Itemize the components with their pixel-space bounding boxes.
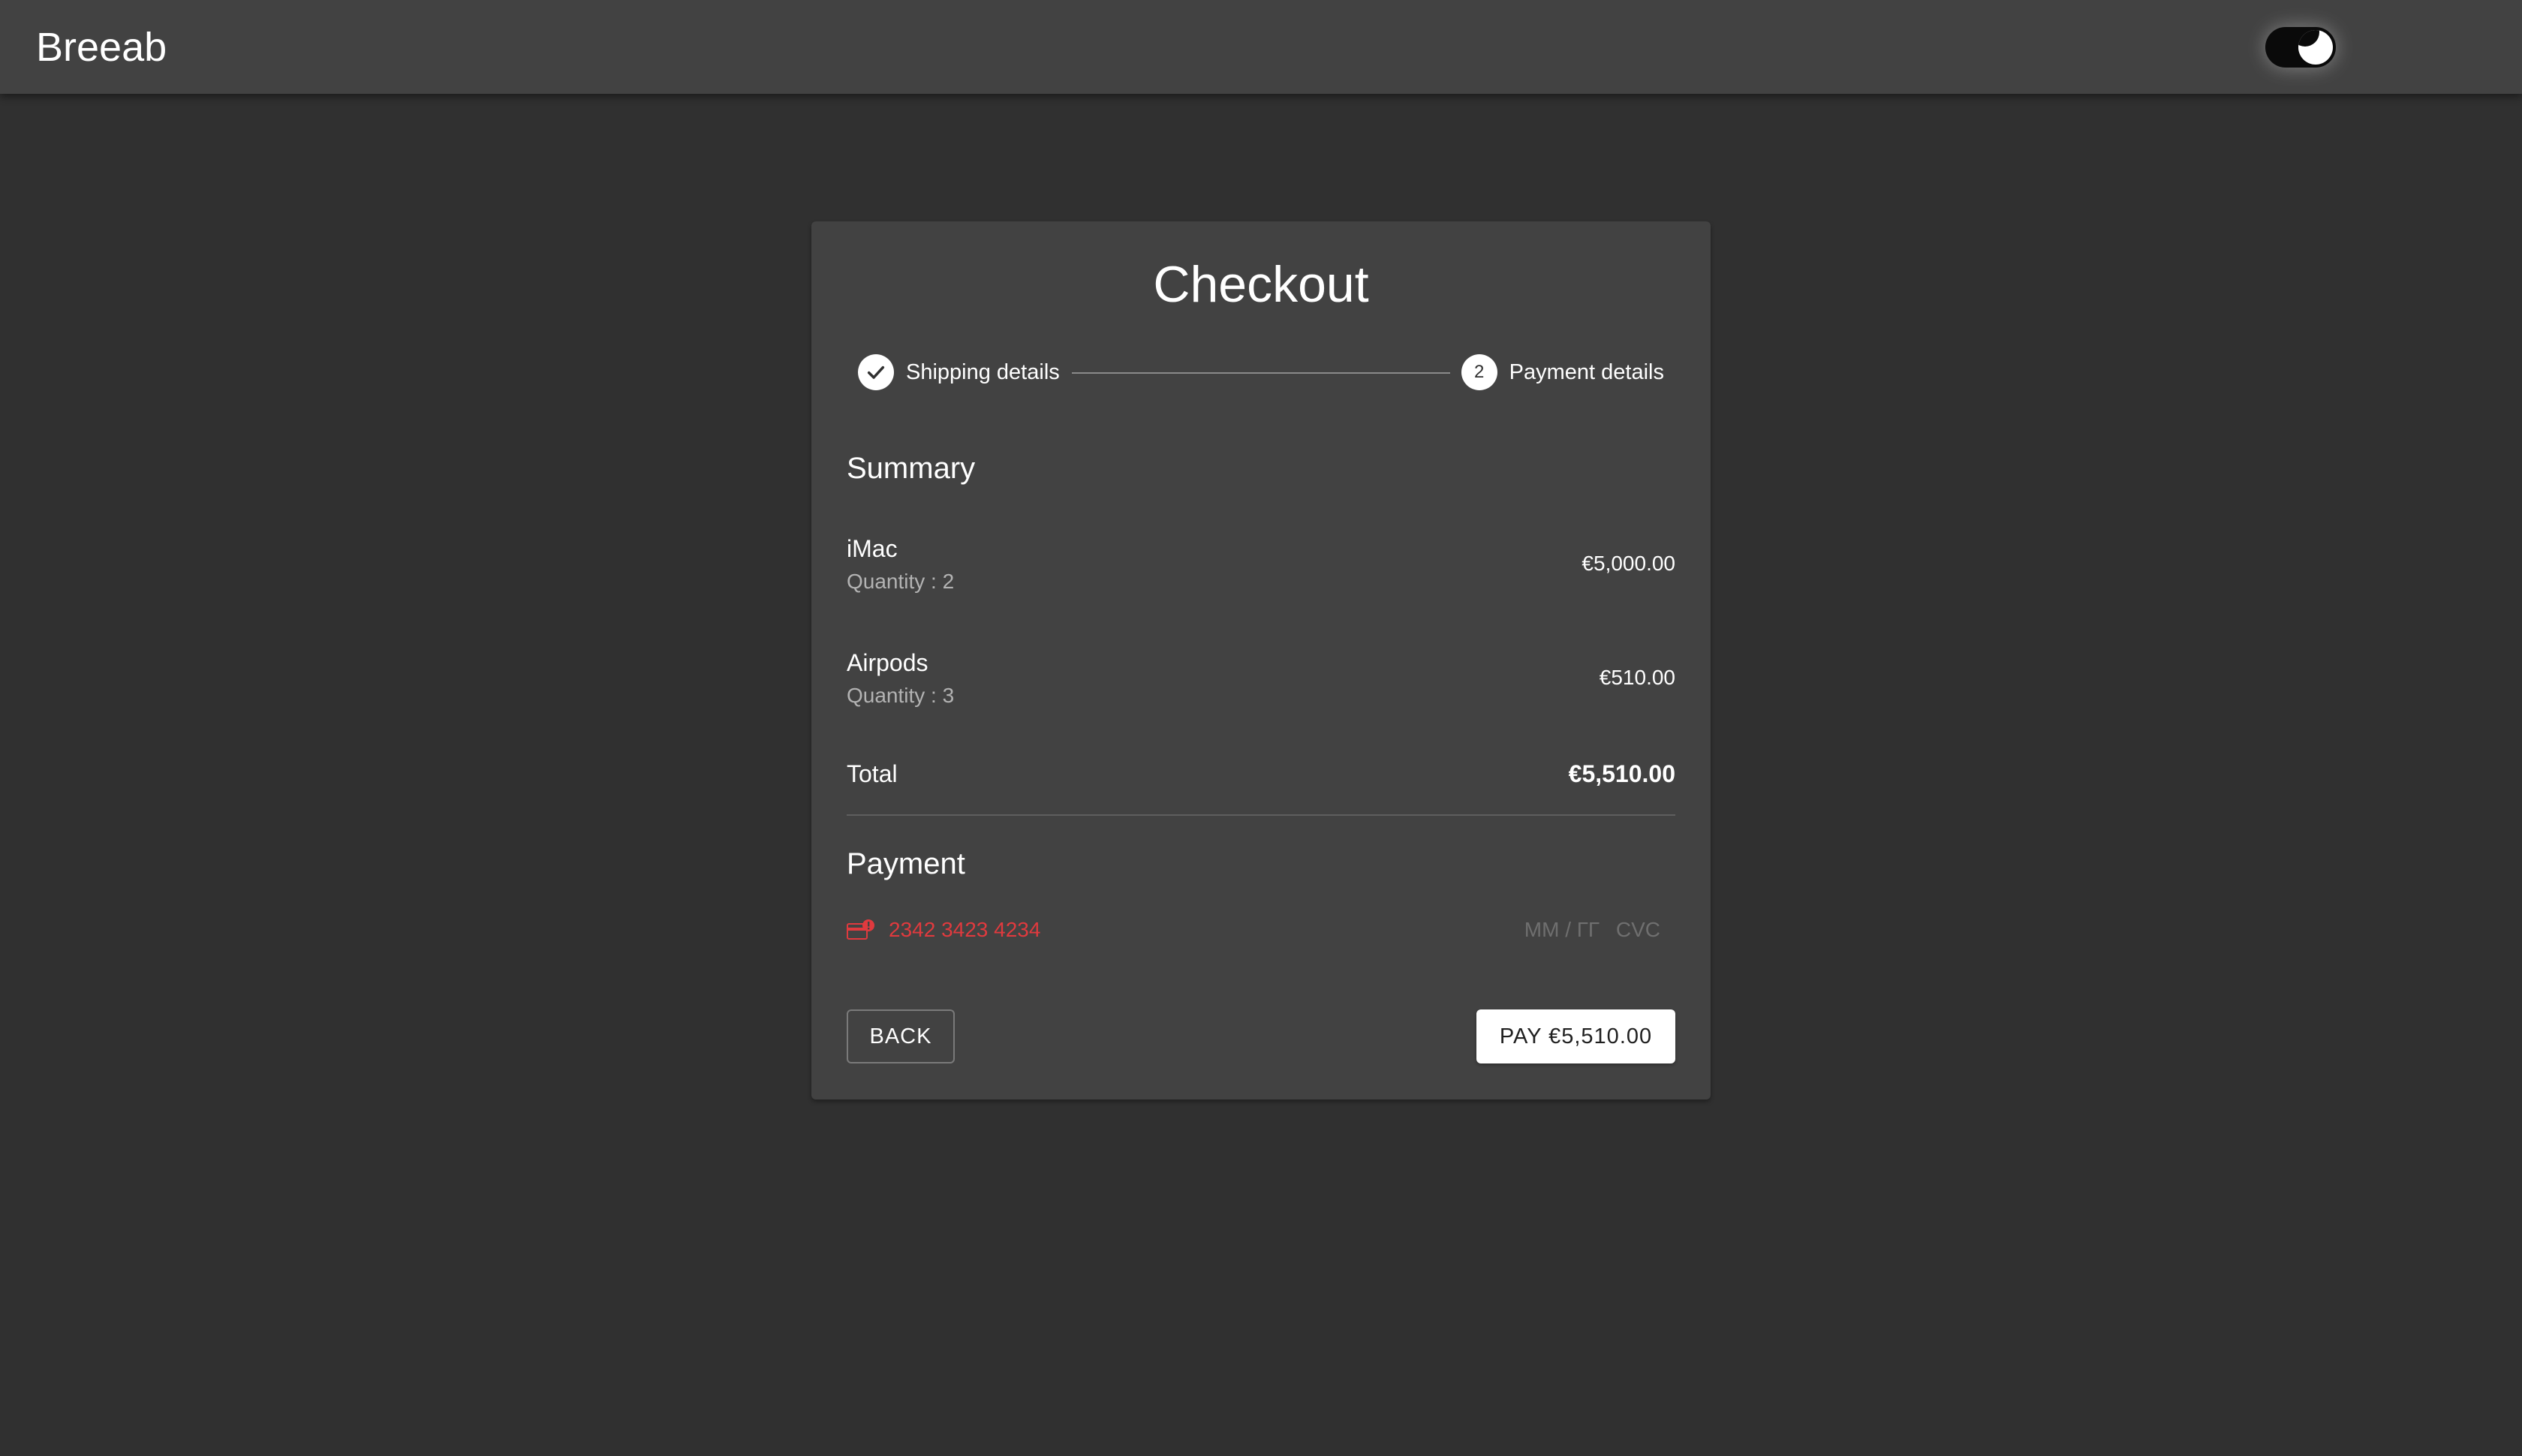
step-payment-details: 2 Payment details bbox=[1461, 353, 1664, 392]
dark-mode-toggle-icon bbox=[2298, 30, 2333, 65]
card-meta-fields: MM / ГГ CVC bbox=[1524, 918, 1660, 942]
payment-heading: Payment bbox=[847, 847, 965, 880]
item-quantity: Quantity : 3 bbox=[847, 684, 955, 707]
item-name: iMac bbox=[847, 535, 898, 562]
order-total: Total €5,510.00 bbox=[847, 760, 1675, 798]
check-icon bbox=[858, 354, 894, 390]
summary-heading: Summary bbox=[847, 452, 976, 485]
card-number-field[interactable]: 2342 3423 4234 bbox=[889, 918, 1040, 942]
brand-title[interactable]: Breeab bbox=[36, 23, 167, 72]
divider bbox=[847, 814, 1675, 816]
item-name: Airpods bbox=[847, 649, 928, 676]
step-connector bbox=[1072, 372, 1450, 374]
card-error-icon bbox=[847, 919, 875, 942]
item-price: €510.00 bbox=[1599, 666, 1675, 689]
back-button[interactable]: BACK bbox=[847, 1009, 955, 1063]
item-quantity: Quantity : 2 bbox=[847, 570, 955, 593]
checkout-card: Checkout Shipping details 2 Payment deta… bbox=[811, 221, 1711, 1100]
step-shipping-details: Shipping details bbox=[858, 353, 1060, 392]
step-label: Shipping details bbox=[906, 359, 1060, 384]
total-value: €5,510.00 bbox=[1568, 760, 1675, 787]
total-label: Total bbox=[847, 760, 898, 787]
expiry-field[interactable]: MM / ГГ bbox=[1524, 918, 1600, 941]
list-item: Airpods Quantity : 3 €510.00 bbox=[847, 649, 1675, 724]
cvc-field[interactable]: CVC bbox=[1616, 918, 1660, 941]
step-number: 2 bbox=[1461, 354, 1497, 390]
item-price: €5,000.00 bbox=[1582, 552, 1675, 575]
step-label: Payment details bbox=[1509, 359, 1664, 384]
card-input[interactable]: 2342 3423 4234 MM / ГГ CVC bbox=[847, 915, 1675, 948]
app-bar: Breeab bbox=[0, 0, 2522, 94]
list-item: iMac Quantity : 2 €5,000.00 bbox=[847, 535, 1675, 610]
pay-button[interactable]: PAY €5,510.00 bbox=[1476, 1009, 1675, 1063]
page-title: Checkout bbox=[1153, 256, 1369, 313]
dark-mode-toggle[interactable] bbox=[2265, 27, 2336, 68]
checkout-stepper: Shipping details 2 Payment details bbox=[858, 353, 1664, 392]
